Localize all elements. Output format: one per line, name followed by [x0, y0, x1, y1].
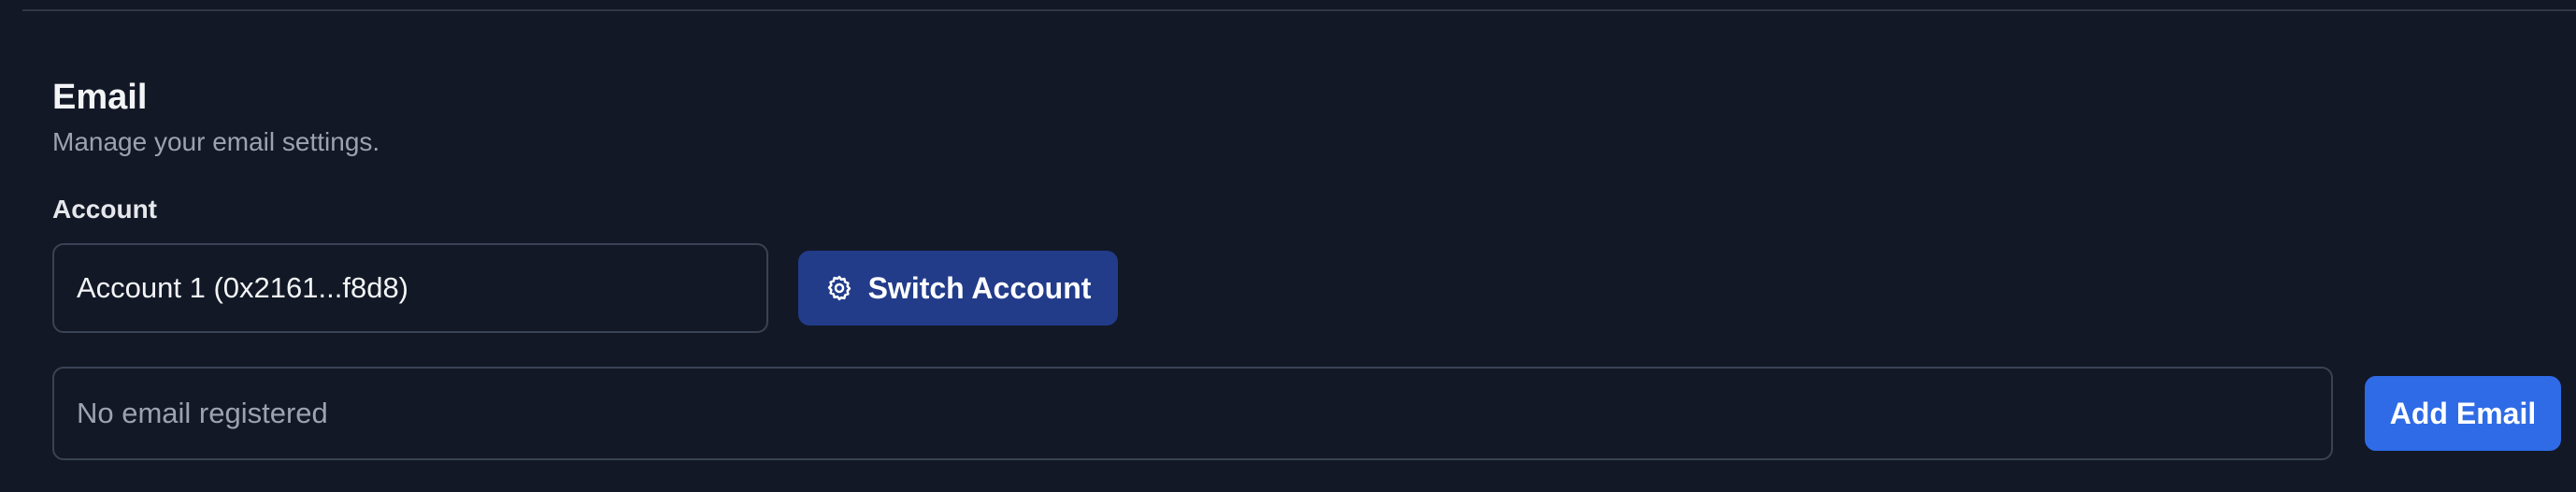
account-label: Account — [52, 195, 157, 224]
add-email-button[interactable]: Add Email — [2365, 376, 2561, 451]
email-status-text: No email registered — [77, 397, 328, 429]
switch-account-label: Switch Account — [867, 270, 1092, 305]
account-row: Account 1 (0x2161...f8d8) Switch Account — [52, 243, 1118, 333]
email-row: No email registered Add Email — [52, 367, 2576, 460]
gear-icon — [825, 274, 853, 302]
add-email-label: Add Email — [2389, 396, 2537, 430]
top-divider — [22, 9, 2576, 11]
switch-account-button[interactable]: Switch Account — [798, 251, 1118, 326]
email-section: Email Manage your email settings. Accoun… — [52, 73, 2576, 460]
account-value: Account 1 (0x2161...f8d8) — [77, 271, 409, 304]
email-field: No email registered — [52, 367, 2333, 460]
section-title: Email — [52, 78, 148, 117]
section-subtitle: Manage your email settings. — [52, 127, 380, 156]
email-settings-page: Email Manage your email settings. Accoun… — [0, 0, 2576, 492]
account-field: Account 1 (0x2161...f8d8) — [52, 243, 768, 333]
